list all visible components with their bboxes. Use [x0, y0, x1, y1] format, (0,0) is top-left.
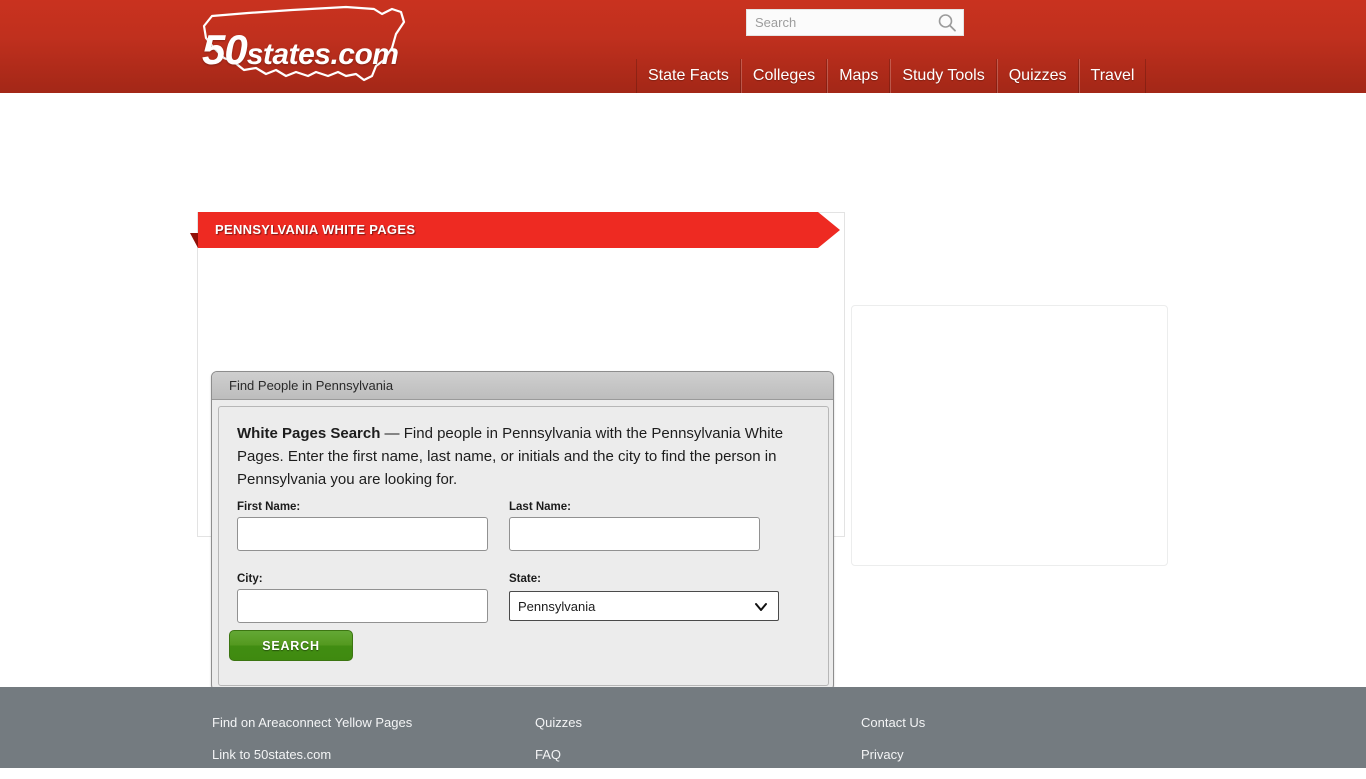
nav-item-state-facts[interactable]: State Facts — [636, 59, 741, 93]
logo-suffix: states.com — [246, 38, 399, 71]
state-label: State: — [509, 573, 541, 585]
footer-link-link-to-50states[interactable]: Link to 50states.com — [212, 747, 412, 762]
search-icon[interactable] — [937, 13, 957, 33]
search-submit-button[interactable]: SEARCH — [229, 630, 353, 661]
footer-link-areaconnect[interactable]: Find on Areaconnect Yellow Pages — [212, 715, 412, 730]
site-footer: Find on Areaconnect Yellow Pages Link to… — [0, 687, 1366, 768]
page-title: PENNSYLVANIA WHITE PAGES — [215, 222, 416, 237]
first-name-label: First Name: — [237, 501, 301, 513]
white-pages-search-panel: Find People in Pennsylvania White Pages … — [211, 371, 834, 691]
state-select[interactable]: Pennsylvania — [509, 591, 779, 621]
site-logo[interactable]: 50states.com — [196, 4, 416, 88]
state-select-value: Pennsylvania — [518, 598, 596, 614]
intro-bold-lead: White Pages Search — [237, 425, 381, 442]
nav-item-maps[interactable]: Maps — [827, 59, 891, 93]
site-header: 50states.com State Facts Colleges Maps S… — [0, 0, 1366, 93]
footer-link-quizzes[interactable]: Quizzes — [535, 715, 582, 730]
footer-link-faq[interactable]: FAQ — [535, 747, 582, 762]
footer-column-1: Find on Areaconnect Yellow Pages Link to… — [212, 715, 412, 779]
nav-item-colleges[interactable]: Colleges — [740, 59, 828, 93]
nav-item-study-tools[interactable]: Study Tools — [890, 59, 997, 93]
footer-column-2: Quizzes FAQ — [535, 715, 582, 779]
logo-prefix: 50 — [202, 26, 248, 73]
footer-link-privacy[interactable]: Privacy — [861, 747, 925, 762]
name-field-row: First Name: Last Name: — [237, 497, 810, 569]
search-input[interactable] — [747, 10, 927, 35]
main-navigation: State Facts Colleges Maps Study Tools Qu… — [636, 59, 1147, 93]
last-name-label: Last Name: — [509, 501, 571, 513]
chevron-down-icon — [755, 603, 767, 611]
nav-item-travel[interactable]: Travel — [1078, 59, 1147, 93]
sidebar-ad-placeholder — [851, 305, 1168, 566]
intro-paragraph: White Pages Search — Find people in Penn… — [237, 422, 812, 491]
panel-header-title: Find People in Pennsylvania — [229, 378, 394, 393]
footer-link-contact-us[interactable]: Contact Us — [861, 715, 925, 730]
logo-text: 50states.com — [202, 26, 399, 74]
city-label: City: — [237, 573, 263, 585]
nav-item-quizzes[interactable]: Quizzes — [996, 59, 1079, 93]
panel-header: Find People in Pennsylvania — [212, 372, 833, 400]
ribbon-fold-corner — [190, 233, 198, 248]
page-body: PENNSYLVANIA WHITE PAGES Find People in … — [0, 93, 1366, 691]
first-name-input[interactable] — [237, 517, 488, 551]
page-title-ribbon: PENNSYLVANIA WHITE PAGES — [190, 212, 840, 248]
header-search-box[interactable] — [746, 9, 964, 36]
last-name-input[interactable] — [509, 517, 760, 551]
footer-column-3: Contact Us Privacy — [861, 715, 925, 779]
city-input[interactable] — [237, 589, 488, 623]
